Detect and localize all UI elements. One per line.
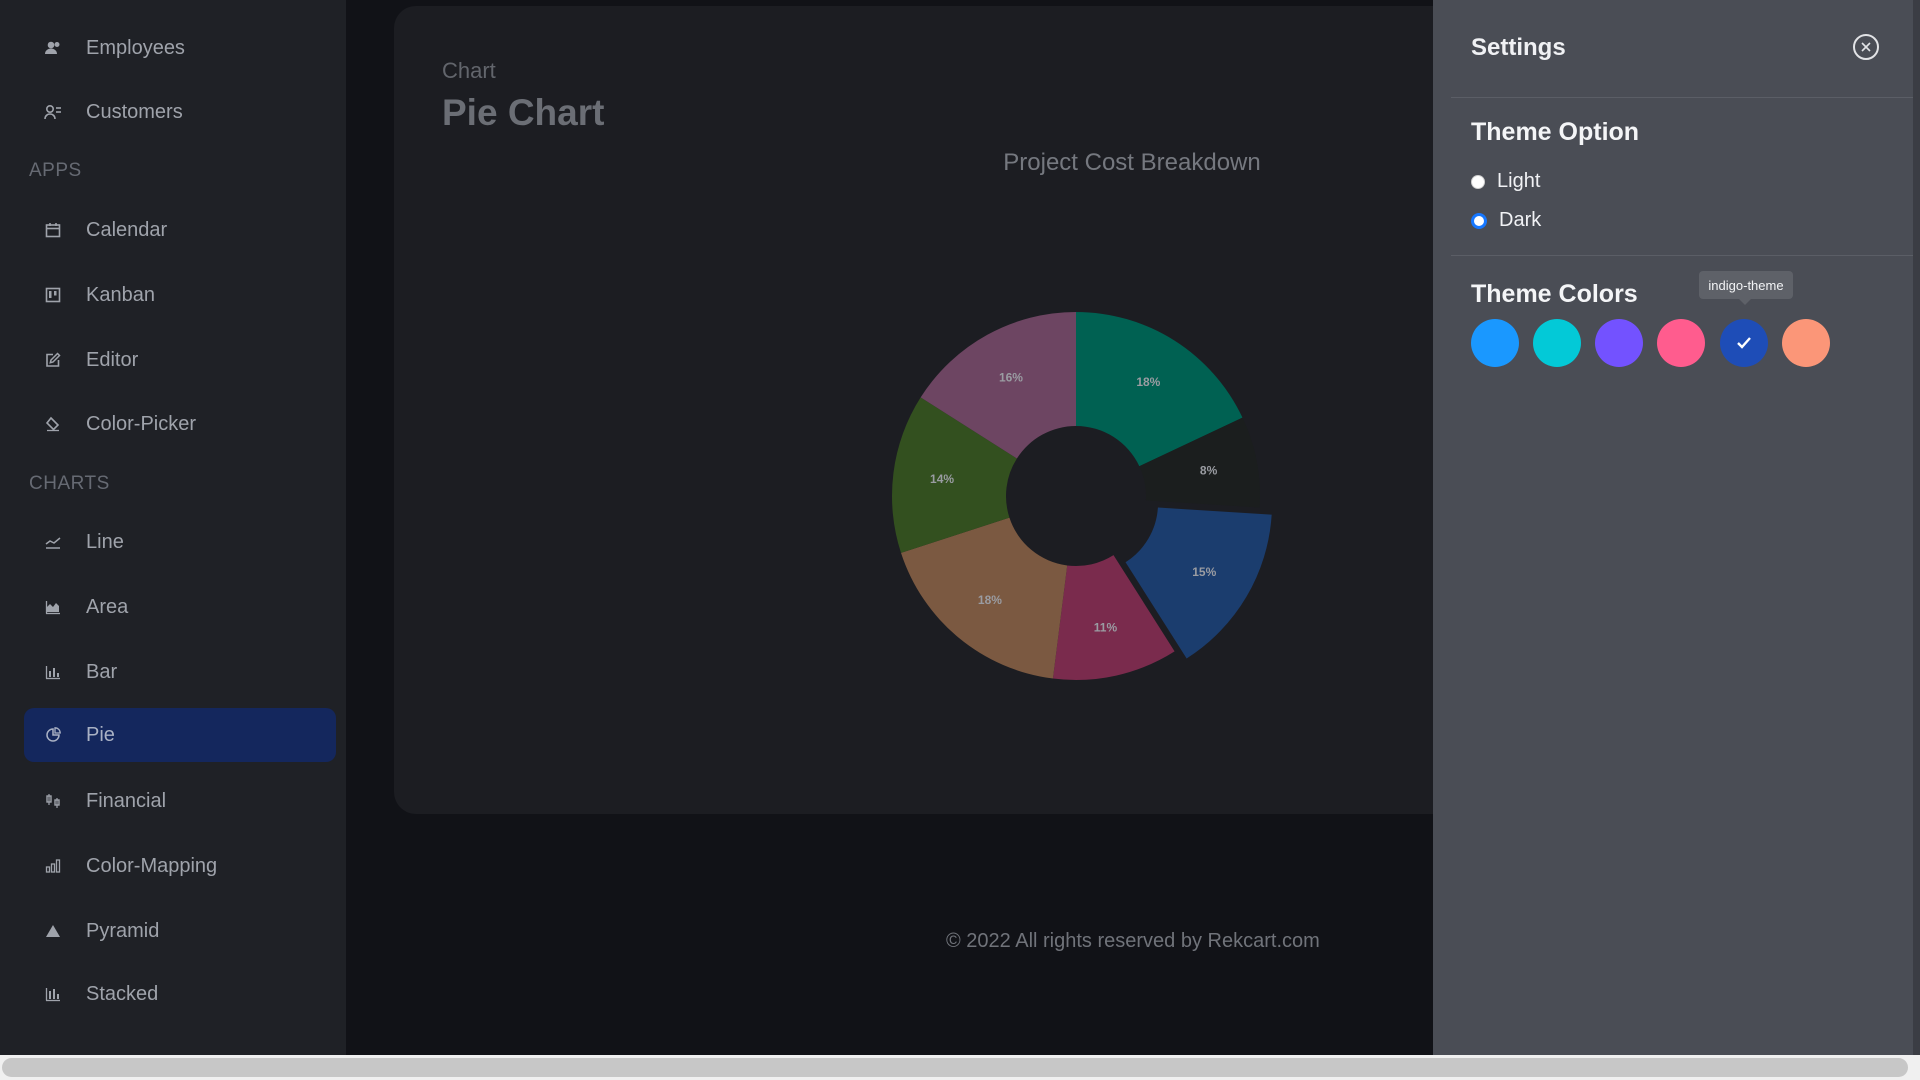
sidebar-item-label: Bar <box>86 660 118 683</box>
close-icon[interactable] <box>1853 34 1879 60</box>
sidebar-item-calendar[interactable]: Calendar <box>24 203 336 257</box>
color-mapping-icon <box>42 855 64 877</box>
slice-label: 18% <box>1136 375 1160 389</box>
divider <box>1451 255 1913 256</box>
sidebar-item-bar[interactable]: Bar <box>24 645 336 699</box>
divider <box>1451 97 1913 98</box>
radio-dark[interactable]: Dark <box>1471 209 1541 232</box>
slice-label: 14% <box>930 472 954 486</box>
footer-text: © 2022 All rights reserved by Rekcart.co… <box>946 930 1320 952</box>
pyramid-icon <box>42 920 64 942</box>
theme-color-orange[interactable] <box>1782 319 1830 367</box>
editor-icon <box>42 349 64 371</box>
sidebar-item-label: Employees <box>86 36 185 59</box>
theme-colors-title: Theme Colors <box>1471 280 1638 308</box>
sidebar-item-label: Editor <box>86 348 139 371</box>
chart-title: Project Cost Breakdown <box>1003 149 1260 176</box>
section-title-charts: CHARTS <box>29 473 110 494</box>
sidebar-item-label: Color-Picker <box>86 412 197 435</box>
sidebar-item-label: Pie <box>86 723 115 746</box>
radio-label: Light <box>1497 170 1541 192</box>
check-icon <box>1737 337 1751 349</box>
radio-light[interactable]: Light <box>1471 170 1540 193</box>
calendar-icon <box>42 219 64 241</box>
theme-color-teal[interactable] <box>1533 319 1581 367</box>
sidebar-item-pyramid[interactable]: Pyramid <box>24 904 336 958</box>
settings-panel: Settings Theme Option Light Dark Theme C… <box>1433 0 1913 1055</box>
sidebar-item-label: Calendar <box>86 218 168 241</box>
sidebar-item-employees[interactable]: Employees <box>24 21 336 75</box>
section-title-apps: APPS <box>29 160 82 181</box>
sidebar-item-label: Kanban <box>86 283 155 306</box>
slice-label: 18% <box>978 593 1002 607</box>
sidebar-item-kanban[interactable]: Kanban <box>24 268 336 322</box>
area-chart-icon <box>42 596 64 618</box>
sidebar-item-label: Area <box>86 595 129 618</box>
sidebar-item-label: Stacked <box>86 982 159 1005</box>
pie-chart-icon <box>42 724 64 746</box>
bar-chart-icon <box>42 661 64 683</box>
sidebar-item-label: Customers <box>86 100 183 123</box>
financial-icon <box>42 790 64 812</box>
customers-icon <box>42 101 64 123</box>
vertical-scrollbar[interactable] <box>1913 0 1920 1055</box>
sidebar-item-label: Pyramid <box>86 919 160 942</box>
sidebar-item-label: Financial <box>86 789 167 812</box>
radio-circle[interactable] <box>1471 212 1487 229</box>
sidebar-item-area[interactable]: Area <box>24 580 336 634</box>
line-chart-icon <box>42 531 64 553</box>
tooltip: indigo-theme <box>1699 271 1793 305</box>
kanban-icon <box>42 284 64 306</box>
sidebar-item-customers[interactable]: Customers <box>24 85 336 139</box>
slice-label: 16% <box>999 371 1023 385</box>
sidebar-item-label: Line <box>86 530 124 553</box>
sidebar: Employees Customers APPS Calendar Kanban… <box>0 0 346 1055</box>
sidebar-item-pie[interactable]: Pie <box>24 708 336 762</box>
sidebar-item-editor[interactable]: Editor <box>24 333 336 387</box>
stacked-chart-icon <box>42 983 64 1005</box>
theme-color-purple[interactable] <box>1595 319 1643 367</box>
sidebar-item-stacked[interactable]: Stacked <box>24 967 336 1021</box>
theme-option-title: Theme Option <box>1471 118 1640 146</box>
radio-label: Dark <box>1499 209 1542 231</box>
sidebar-item-color-picker[interactable]: Color-Picker <box>24 397 336 451</box>
slice-label: 8% <box>1200 464 1218 478</box>
color-picker-icon <box>42 413 64 435</box>
pie-chart: Project Cost Breakdown 18% 8% 15% 11% 18% 14%… <box>892 149 1272 680</box>
sidebar-item-label: Color-Mapping <box>86 854 218 877</box>
employees-icon <box>42 37 64 59</box>
theme-color-blue[interactable] <box>1471 319 1519 367</box>
theme-color-pink[interactable] <box>1657 319 1705 367</box>
scrollbar-thumb[interactable] <box>2 1058 1908 1077</box>
slice-label: 11% <box>1094 621 1118 635</box>
sidebar-item-line[interactable]: Line <box>24 515 336 569</box>
slice-label: 15% <box>1192 565 1216 579</box>
radio-circle[interactable] <box>1471 174 1485 189</box>
theme-color-indigo[interactable] <box>1720 319 1768 367</box>
horizontal-scrollbar[interactable] <box>0 1055 1920 1080</box>
sidebar-item-financial[interactable]: Financial <box>24 774 336 828</box>
sidebar-item-color-mapping[interactable]: Color-Mapping <box>24 839 336 893</box>
settings-title: Settings <box>1471 34 1566 61</box>
